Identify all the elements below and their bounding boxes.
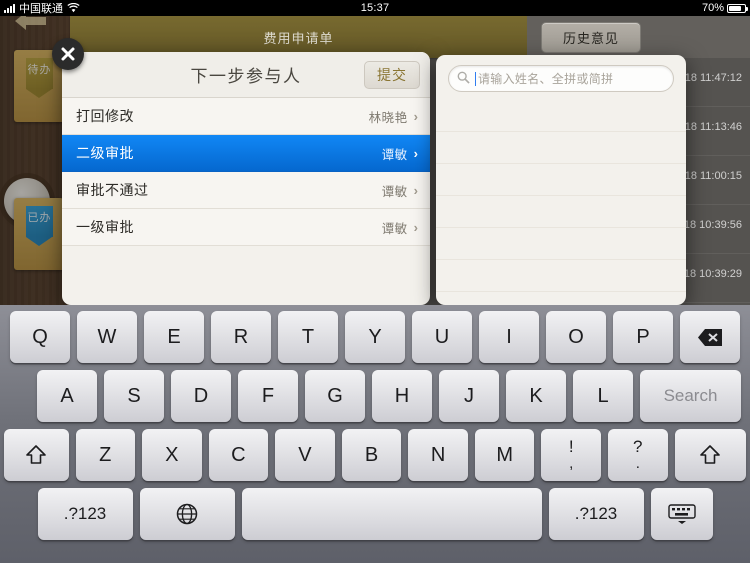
list-item-person: 谭敏 — [381, 184, 408, 199]
status-bar: 中国联通 15:37 70% — [0, 0, 750, 16]
numbers-key-right[interactable]: .?123 — [548, 488, 644, 540]
close-icon[interactable] — [52, 38, 84, 70]
list-item-label: 审批不通过 — [76, 182, 149, 198]
list-item-label: 二级审批 — [76, 145, 134, 161]
list-item-person: 谭敏 — [381, 147, 408, 162]
list-item[interactable] — [436, 132, 686, 164]
text-cursor — [475, 71, 476, 86]
chevron-right-icon: › — [413, 182, 418, 198]
search-bar-container: 请输入姓名、全拼或简拼 — [436, 55, 686, 100]
next-step-participants-panel: 下一步参与人 提交 打回修改 林晓艳 › 二级审批 谭敏 › 审批不通过 谭敏 … — [62, 52, 430, 305]
list-item[interactable] — [436, 164, 686, 196]
key-w[interactable]: W — [77, 311, 137, 363]
list-item[interactable] — [436, 260, 686, 292]
key-x[interactable]: X — [142, 429, 202, 481]
key-j[interactable]: J — [439, 370, 499, 422]
key-y[interactable]: Y — [345, 311, 405, 363]
list-item-right: 林晓艳 › — [369, 107, 418, 126]
chevron-right-icon: › — [413, 145, 418, 161]
search-results-list — [436, 100, 686, 292]
key-f[interactable]: F — [238, 370, 298, 422]
status-bar-time: 15:37 — [360, 2, 390, 14]
list-item-person: 林晓艳 — [368, 110, 408, 125]
key-u[interactable]: U — [412, 311, 472, 363]
key-m[interactable]: M — [474, 429, 535, 481]
key-question-label: ? — [633, 437, 643, 456]
keyboard-row-1: Q W E R T Y U I O P — [4, 311, 746, 363]
key-k[interactable]: K — [506, 370, 566, 422]
shift-arrow-icon-left[interactable] — [3, 429, 69, 481]
key-i[interactable]: I — [479, 311, 539, 363]
submit-button[interactable]: 提交 — [364, 61, 420, 89]
on-screen-keyboard: Q W E R T Y U I O P A S D F G H J K L Se… — [0, 305, 750, 563]
key-period-label: . — [635, 455, 640, 472]
search-icon — [457, 71, 470, 84]
panel-header: 下一步参与人 提交 — [62, 52, 430, 98]
history-comments-button[interactable]: 历史意见 — [541, 22, 641, 53]
list-item-right: 谭敏 › — [382, 181, 418, 200]
keyboard-row-3: Z X C V B N M ! , ? . — [3, 429, 747, 481]
navigation-bar-right: 历史意见 — [527, 16, 750, 58]
key-a[interactable]: A — [37, 370, 97, 422]
list-item-callback-revise[interactable]: 打回修改 林晓艳 › — [62, 98, 430, 135]
list-item[interactable] — [436, 100, 686, 132]
list-item-label: 一级审批 — [76, 219, 134, 235]
search-input[interactable]: 请输入姓名、全拼或简拼 — [448, 65, 674, 92]
battery-percent-label: 70% — [701, 2, 724, 14]
numbers-key-left[interactable]: .?123 — [37, 488, 133, 540]
key-l[interactable]: L — [573, 370, 633, 422]
key-v[interactable]: V — [275, 429, 335, 481]
ipad-screen: 中国联通 15:37 70% 待办 已办 费用申请单 历史意见 9-18 11:… — [0, 0, 750, 563]
key-exclamation-comma[interactable]: ! , — [541, 429, 601, 481]
search-key[interactable]: Search — [640, 370, 741, 422]
globe-icon[interactable] — [139, 488, 235, 540]
list-item-person: 谭敏 — [381, 221, 408, 236]
list-item-label: 打回修改 — [76, 108, 134, 124]
keyboard-row-4: .?123 .?123 — [4, 488, 746, 540]
key-c[interactable]: C — [208, 429, 269, 481]
hide-keyboard-icon[interactable] — [650, 488, 713, 540]
key-comma-label: , — [569, 455, 574, 472]
search-placeholder: 请输入姓名、全拼或简拼 — [478, 72, 614, 86]
key-o[interactable]: O — [546, 311, 606, 363]
chevron-right-icon: › — [413, 219, 418, 235]
key-e[interactable]: E — [144, 311, 204, 363]
person-search-panel: 请输入姓名、全拼或简拼 — [436, 55, 686, 305]
list-item[interactable] — [436, 196, 686, 228]
key-r[interactable]: R — [211, 311, 271, 363]
key-z[interactable]: Z — [75, 429, 136, 481]
shift-arrow-icon-right[interactable] — [674, 429, 747, 481]
key-h[interactable]: H — [372, 370, 432, 422]
chevron-right-icon: › — [413, 108, 418, 124]
key-exclamation-label: ! — [568, 437, 574, 456]
key-q[interactable]: Q — [10, 311, 70, 363]
space-key[interactable] — [241, 488, 542, 540]
backspace-icon[interactable] — [680, 311, 740, 363]
list-item-second-level-approval[interactable]: 二级审批 谭敏 › — [62, 135, 430, 172]
list-item-approval-rejected[interactable]: 审批不通过 谭敏 › — [62, 172, 430, 209]
key-p[interactable]: P — [613, 311, 673, 363]
participant-list: 打回修改 林晓艳 › 二级审批 谭敏 › 审批不通过 谭敏 › 一级审批 谭敏 … — [62, 98, 430, 246]
key-question-period[interactable]: ? . — [608, 429, 668, 481]
key-b[interactable]: B — [341, 429, 402, 481]
battery-charging-icon — [727, 3, 748, 13]
list-item-right: 谭敏 › — [382, 218, 418, 237]
list-item-right: 谭敏 › — [382, 144, 418, 163]
list-item-first-level-approval[interactable]: 一级审批 谭敏 › — [62, 209, 430, 246]
list-item[interactable] — [436, 228, 686, 260]
key-g[interactable]: G — [305, 370, 365, 422]
key-d[interactable]: D — [171, 370, 231, 422]
key-n[interactable]: N — [408, 429, 468, 481]
keyboard-row-2: A S D F G H J K L Search — [4, 370, 746, 422]
panel-title: 下一步参与人 — [190, 67, 302, 86]
key-t[interactable]: T — [278, 311, 338, 363]
status-bar-right: 70% — [701, 2, 748, 14]
key-s[interactable]: S — [104, 370, 164, 422]
page-title: 费用申请单 — [263, 30, 334, 46]
